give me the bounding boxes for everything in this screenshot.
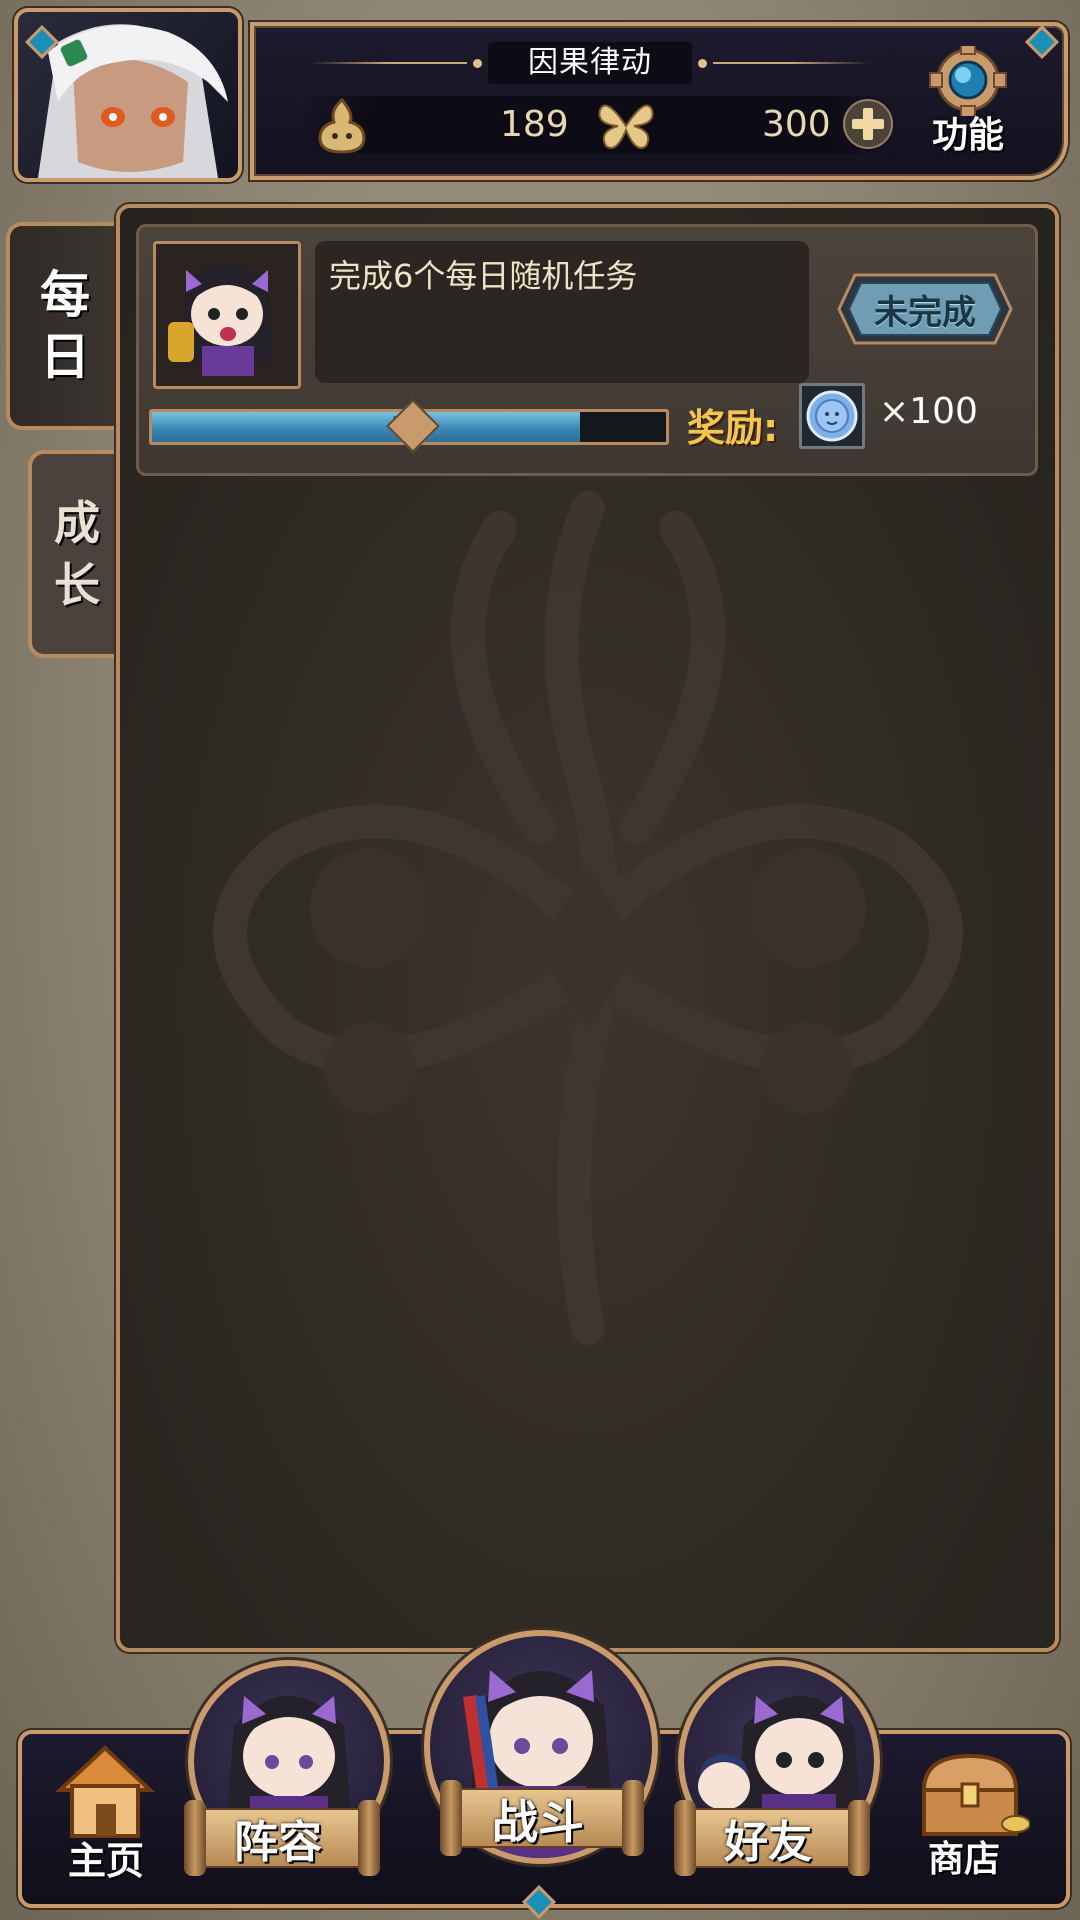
scroll-end xyxy=(358,1800,380,1876)
function-button[interactable]: 功能 xyxy=(920,41,1016,156)
nav-battle[interactable]: 战斗 xyxy=(418,1600,662,1870)
nav-home[interactable]: 主页 xyxy=(50,1740,170,1890)
house-icon xyxy=(54,1745,156,1838)
flame-spirit-icon xyxy=(318,97,366,154)
title-dot xyxy=(698,58,707,68)
title-line xyxy=(713,62,870,64)
nav-battle-label: 战斗 xyxy=(492,1795,584,1849)
tab-growth-char1: 成 xyxy=(54,496,100,550)
butterfly-icon xyxy=(598,104,654,149)
task-description-box: 完成6个每日随机任务 xyxy=(315,241,809,383)
title-ribbon: 因果律动 xyxy=(310,40,870,86)
nav-formation[interactable]: 阵容 xyxy=(184,1660,396,1900)
bottom-navigation: 主页 阵容 战斗 好友 商店 xyxy=(0,1630,1080,1920)
title-dot xyxy=(473,58,482,68)
scroll-end xyxy=(440,1780,462,1856)
plus-icon[interactable] xyxy=(842,98,894,150)
spirit-count: 189 xyxy=(500,104,569,145)
tab-daily-char2: 日 xyxy=(40,328,90,386)
task-status-label: 未完成 xyxy=(874,292,976,333)
scroll-end xyxy=(674,1800,696,1876)
nav-home-label: 主页 xyxy=(68,1839,145,1883)
scroll-end xyxy=(848,1800,870,1876)
blue-coin-icon[interactable] xyxy=(799,383,865,449)
function-label: 功能 xyxy=(931,115,1004,156)
tab-growth[interactable]: 成 长 xyxy=(28,450,122,658)
tab-growth-char2: 长 xyxy=(54,558,100,612)
tab-daily[interactable]: 每 日 xyxy=(6,222,120,430)
butterfly-count: 300 xyxy=(762,104,831,145)
task-status-button[interactable]: 未完成 xyxy=(837,271,1013,347)
tab-daily-char1: 每 xyxy=(40,266,90,324)
task-character-icon xyxy=(153,241,301,389)
nav-friends[interactable]: 好友 xyxy=(674,1660,886,1900)
nav-shop[interactable]: 商店 xyxy=(910,1750,1040,1890)
reward-label: 奖励: xyxy=(687,406,779,450)
treasure-chest-icon xyxy=(921,1753,1031,1836)
reward-count: ×100 xyxy=(879,391,978,432)
nav-shop-label: 商店 xyxy=(928,1839,1001,1880)
nav-formation-label: 阵容 xyxy=(234,1817,322,1868)
task-description: 完成6个每日随机任务 xyxy=(329,257,638,295)
scroll-end xyxy=(184,1800,206,1876)
title-line xyxy=(310,62,467,64)
page-title: 因果律动 xyxy=(488,42,692,84)
scroll-end xyxy=(622,1780,644,1856)
nav-friends-label: 好友 xyxy=(724,1817,812,1868)
task-card: 完成6个每日随机任务 未完成 5/6 奖励: ×100 xyxy=(136,224,1038,476)
task-panel: 完成6个每日随机任务 未完成 5/6 奖励: ×100 xyxy=(116,204,1059,1652)
top-bar: 因果律动 189 300 功能 xyxy=(0,0,1080,190)
